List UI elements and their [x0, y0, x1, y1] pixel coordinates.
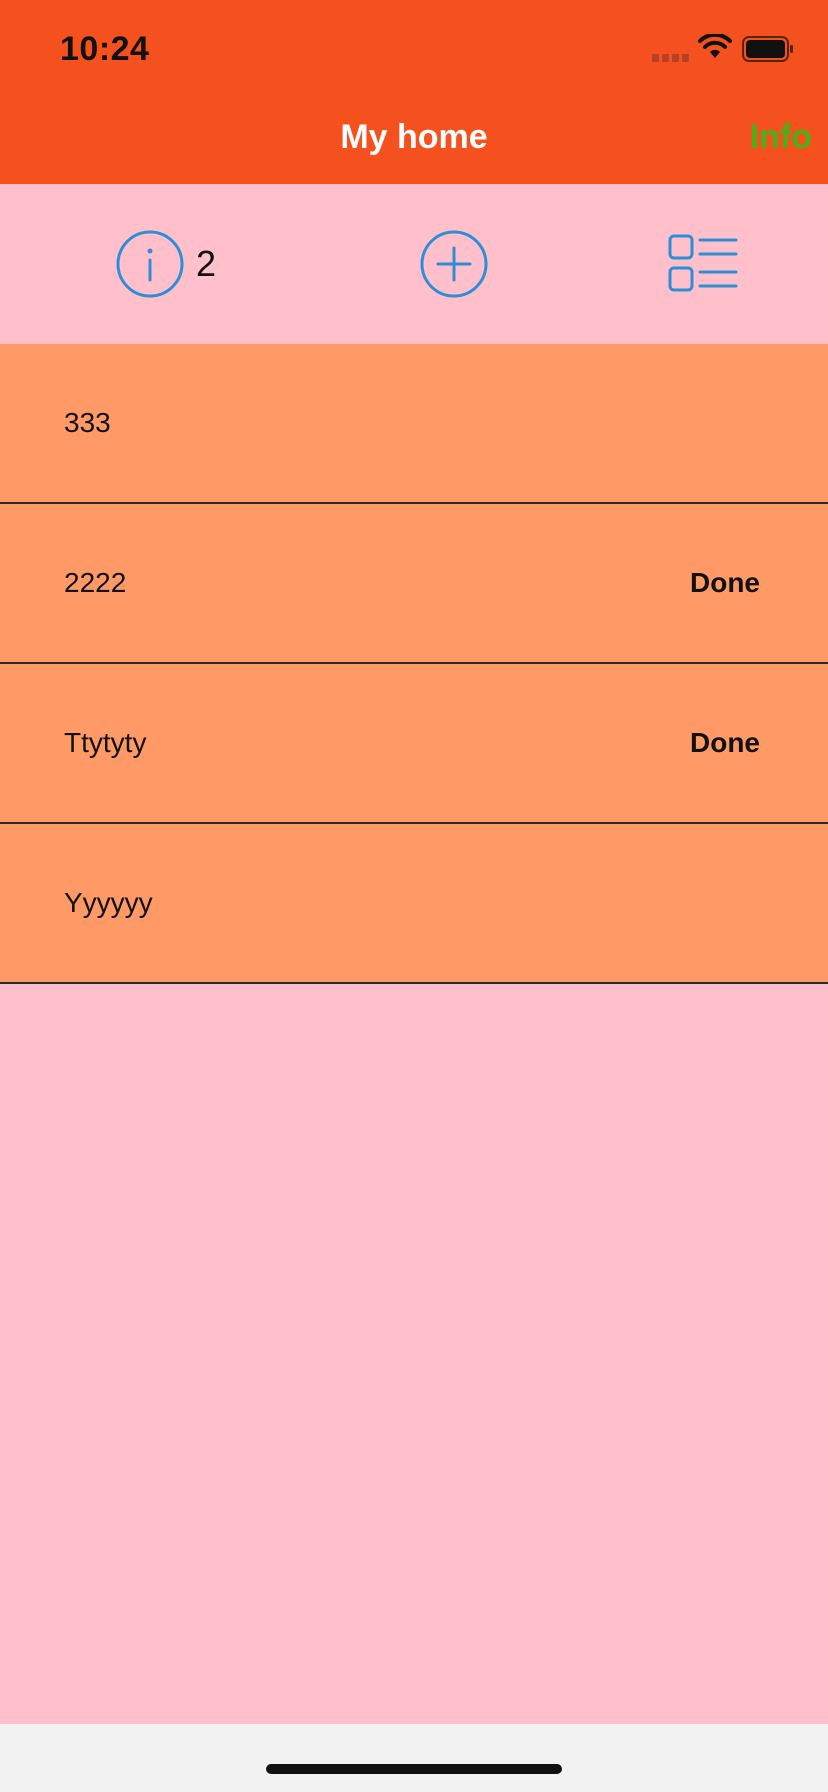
empty-list-area [0, 984, 828, 1724]
item-label: 333 [64, 407, 111, 438]
wifi-icon [698, 34, 732, 58]
page-title: My home [340, 118, 488, 156]
list-view-icon [668, 234, 738, 292]
plus-circle-icon [420, 230, 488, 298]
cellular-signal-icon [652, 54, 689, 62]
item-status: Done [690, 727, 760, 758]
info-button[interactable]: Info [750, 118, 812, 157]
home-indicator[interactable] [266, 1764, 562, 1774]
info-circle-icon [116, 230, 184, 298]
list-item[interactable]: 333 [0, 344, 828, 504]
item-list: 333 2222 Done Ttytyty Done Yyyyyy [0, 344, 828, 984]
list-item[interactable]: Yyyyyy [0, 824, 828, 984]
info-count: 2 [196, 243, 217, 284]
status-time: 10:24 [60, 30, 150, 68]
list-item[interactable]: Ttytyty Done [0, 664, 828, 824]
app-header: 10:24 My home Info [0, 0, 828, 184]
item-status: Done [690, 567, 760, 598]
item-label: Ttytyty [64, 727, 147, 758]
list-item[interactable]: 2222 Done [0, 504, 828, 664]
add-item-button[interactable] [420, 230, 488, 298]
item-label: Yyyyyy [64, 887, 153, 918]
battery-icon [742, 36, 793, 62]
item-label: 2222 [64, 567, 127, 598]
info-count-button[interactable]: 2 [116, 230, 216, 298]
list-view-button[interactable] [668, 234, 738, 294]
toolbar: 2 [0, 184, 828, 344]
